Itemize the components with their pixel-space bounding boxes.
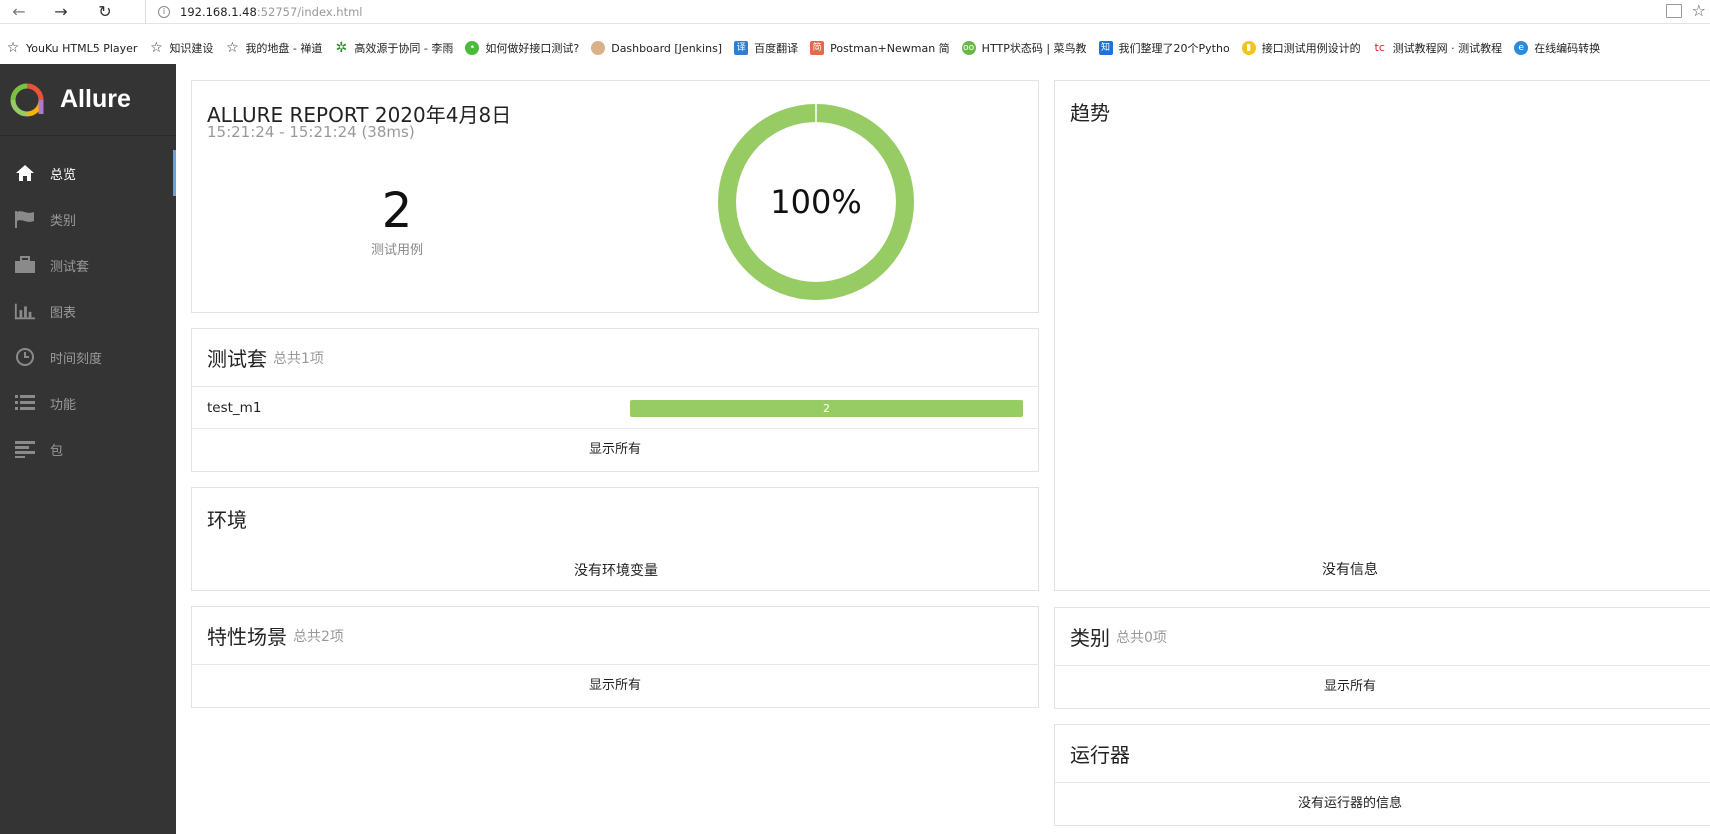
address-bar[interactable]: i 192.168.1.48:52757/index.html (145, 0, 1645, 24)
features-show-all-link[interactable]: 显示所有 (192, 665, 1038, 706)
environment-widget: 环境 没有环境变量 (191, 487, 1039, 591)
sidebar-item-packages[interactable]: 包 (0, 426, 176, 472)
categories-title: 类别 (1070, 626, 1110, 650)
bookmark-item[interactable]: ☆ 我的地盘 - 禅道 (219, 40, 328, 56)
bookmark-item[interactable]: e 在线编码转换 (1508, 40, 1606, 56)
executors-empty-text: 没有运行器的信息 (1297, 796, 1402, 811)
pass-rate-percent: 100% (770, 183, 862, 221)
sidebar-item-behaviors[interactable]: 功能 (0, 380, 176, 426)
executors-title: 运行器 (1070, 743, 1130, 767)
sidebar-item-label: 时间刻度 (50, 351, 103, 367)
suites-title: 测试套 (207, 347, 267, 371)
features-header: 特性场景 总共2项 (192, 607, 1038, 665)
runoob-icon: oo (961, 41, 976, 55)
features-widget: 特性场景 总共2项 显示所有 (191, 606, 1039, 708)
bookmark-item[interactable]: 译百度翻译 (728, 40, 804, 56)
sidebar-item-categories[interactable]: 类别 (0, 196, 176, 242)
jian-icon: 简 (810, 41, 825, 55)
home-icon (14, 163, 36, 183)
suite-name: test_m1 (207, 399, 262, 416)
table-row[interactable]: test_m1 2 (192, 387, 1038, 429)
categories-widget: 类别 总共0项 显示所有 (1054, 607, 1710, 709)
bookmark-item[interactable]: oo HTTP状态码 | 菜鸟教 (956, 40, 1093, 56)
align-left-icon (14, 439, 36, 459)
bookmarks-bar: ☆ YouKu HTML5 Player ☆ 知识建设 ☆ 我的地盘 - 禅道 ✲ 高效… (0, 35, 1710, 61)
sidebar-item-label: 包 (50, 443, 64, 459)
trend-empty-text: 没有信息 (1322, 562, 1378, 578)
brand[interactable]: Allure (0, 64, 176, 136)
sidebar-item-overview[interactable]: 总览 (0, 150, 176, 196)
refresh-icon[interactable]: ↻ (92, 2, 118, 22)
back-icon[interactable]: ← (6, 2, 32, 22)
sidebar-item-label: 类别 (50, 213, 77, 229)
allure-logo-icon (10, 83, 44, 116)
suites-count: 总共1项 (273, 350, 324, 367)
jenkins-icon (591, 41, 606, 55)
star-icon: ☆ (226, 40, 239, 56)
clock-icon (14, 347, 36, 367)
environment-empty-text: 没有环境变量 (574, 563, 658, 579)
forward-icon[interactable]: → (48, 2, 74, 22)
url-host: 192.168.1.48 (180, 5, 257, 19)
categories-header: 类别 总共0项 (1055, 608, 1710, 666)
browser-toolbar: ← → ↻ i 192.168.1.48:52757/index.html ☆ (0, 0, 1710, 24)
categories-show-all-link[interactable]: 显示所有 (1055, 666, 1645, 707)
suites-show-all-link[interactable]: 显示所有 (192, 429, 1038, 470)
sidebar-item-label: 总览 (50, 167, 77, 183)
sidebar-item-timeline[interactable]: 时间刻度 (0, 334, 176, 380)
report-time: 15:21:24 - 15:21:24 (38ms) (207, 123, 415, 141)
list-icon (14, 393, 36, 413)
bookmark-item[interactable]: ▮ 接口测试用例设计的 (1236, 40, 1367, 56)
sidebar-item-suites[interactable]: 测试套 (0, 242, 176, 288)
reading-view-icon[interactable] (1666, 4, 1682, 18)
summary-widget: ALLURE REPORT 2020年4月8日 15:21:24 - 15:21… (191, 80, 1039, 313)
bar-chart-icon (14, 301, 36, 321)
sidebar-item-label: 测试套 (50, 259, 90, 275)
zhihu-icon: 知 (1098, 41, 1113, 55)
bookmark-item[interactable]: ☆ YouKu HTML5 Player (0, 41, 143, 55)
e-icon: e (1514, 41, 1529, 55)
star-icon: ☆ (150, 40, 163, 56)
sidebar-item-graphs[interactable]: 图表 (0, 288, 176, 334)
testcase-count: 2 (381, 183, 413, 239)
favorite-star-icon[interactable]: ☆ (1692, 1, 1706, 20)
tc-icon: tc (1374, 41, 1385, 54)
gear-icon: ✲ (335, 40, 348, 56)
environment-title: 环境 (207, 508, 247, 532)
testcase-count-label: 测试用例 (370, 243, 423, 258)
site-info-icon[interactable]: i (158, 6, 170, 18)
trend-title: 趋势 (1070, 101, 1110, 125)
sidebar-menu: 总览 类别 测试套 图表 时间刻度 功能 包 (0, 150, 176, 472)
suites-widget: 测试套 总共1项 test_m1 2 显示所有 (191, 328, 1039, 472)
sidebar-item-label: 图表 (50, 305, 77, 321)
executors-widget: 运行器 没有运行器的信息 (1054, 724, 1710, 826)
bookmark-item[interactable]: 知我们整理了20个Pytho (1093, 40, 1236, 56)
bookmark-item[interactable]: Dashboard [Jenkins] (585, 41, 728, 55)
trend-widget: 趋势 没有信息 (1054, 80, 1710, 591)
url-path: :52757/index.html (256, 5, 363, 19)
bookmark-item[interactable]: tc 测试教程网 · 测试教程 (1367, 40, 1509, 56)
circle-icon: ▮ (1241, 41, 1256, 55)
chat-icon: • (465, 41, 480, 55)
brand-name: Allure (60, 85, 131, 113)
translate-icon: 译 (734, 41, 749, 55)
categories-count: 总共0项 (1116, 629, 1167, 646)
features-title: 特性场景 (207, 625, 287, 649)
bookmark-item[interactable]: ✲ 高效源于协同 - 李雨 (328, 40, 459, 56)
star-icon: ☆ (6, 41, 20, 55)
bookmark-item[interactable]: ☆ 知识建设 (143, 40, 219, 56)
sidebar-item-label: 功能 (50, 397, 77, 413)
flag-icon (14, 209, 36, 229)
bookmark-item[interactable]: 简 Postman+Newman 简 (804, 40, 956, 56)
sidebar: Allure 总览 类别 测试套 图表 时间刻度 功能 包 (0, 64, 176, 834)
features-count: 总共2项 (293, 628, 344, 645)
suites-header: 测试套 总共1项 (192, 329, 1038, 387)
briefcase-icon (14, 255, 36, 275)
suite-passed-bar[interactable]: 2 (630, 400, 1023, 417)
executors-header: 运行器 (1055, 725, 1710, 783)
bookmark-item[interactable]: • 如何做好接口测试? (459, 40, 585, 56)
